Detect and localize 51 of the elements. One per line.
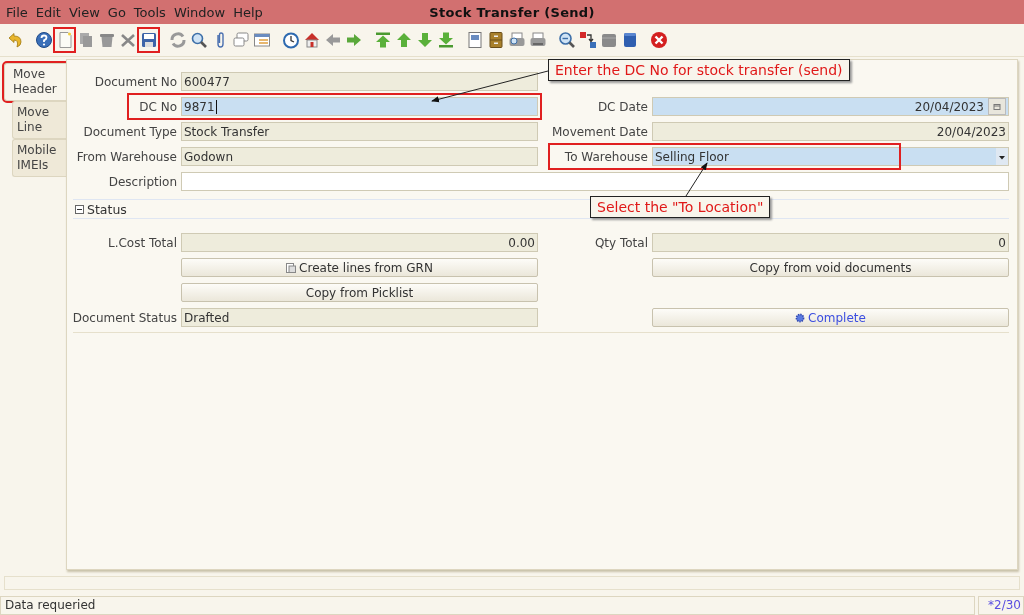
save-icon[interactable] <box>138 28 159 52</box>
menu-item[interactable]: View <box>64 4 104 20</box>
text-field[interactable]: Godown <box>181 147 538 166</box>
number-field[interactable]: 20/04/2023 <box>652 122 1009 141</box>
callout-label: Select the "To Location" <box>590 196 771 218</box>
field-label: Document Type <box>82 124 177 139</box>
action-button[interactable]: Complete <box>652 308 1009 327</box>
text-field[interactable]: 600477 <box>181 72 538 91</box>
menu-item[interactable]: Window <box>169 4 230 20</box>
text-field[interactable]: Stock Transfer <box>181 122 538 141</box>
action-button[interactable]: Copy from void documents <box>652 258 1009 277</box>
description-field[interactable] <box>181 172 1009 191</box>
window-title: Stock Transfer (Send) <box>429 4 595 20</box>
document-icon[interactable] <box>54 28 75 52</box>
field-label: Qty Total <box>593 235 648 250</box>
dropdown-button[interactable] <box>996 148 1008 165</box>
collapse-icon[interactable] <box>75 204 84 214</box>
pointer-arrow <box>685 162 708 197</box>
menu-item[interactable]: Help <box>229 4 267 20</box>
field-label: Document Status <box>71 310 177 325</box>
gear-icon <box>795 312 806 323</box>
text-field[interactable]: Drafted <box>181 308 538 327</box>
record-counter: *2/30 <box>978 596 1024 615</box>
menu-item[interactable]: Tools <box>129 4 170 20</box>
dropdown-field[interactable]: Selling Floor <box>652 147 1009 166</box>
calendar-icon <box>993 102 1001 111</box>
menu-item[interactable]: Go <box>103 4 130 20</box>
text-field[interactable]: 9871 <box>181 97 538 116</box>
field-label: Document No <box>93 74 177 89</box>
section-title: Status <box>87 201 127 217</box>
side-tab[interactable]: Move Header <box>4 63 66 101</box>
field-label: From Warehouse <box>75 149 177 164</box>
document-icon <box>286 262 297 273</box>
status-message: Data requeried <box>0 596 975 615</box>
field-label: Description <box>107 174 177 189</box>
callout-label: Enter the DC No for stock transfer (send) <box>548 59 850 81</box>
field-label: DC No <box>138 99 177 114</box>
field-label: To Warehouse <box>563 149 648 164</box>
date-field[interactable]: 20/04/2023 <box>652 97 1009 116</box>
action-button[interactable]: Copy from Picklist <box>181 283 538 302</box>
field-label: L.Cost Total <box>106 235 177 250</box>
number-field[interactable]: 0 <box>652 233 1009 252</box>
number-field[interactable]: 0.00 <box>181 233 538 252</box>
field-label: DC Date <box>596 99 648 114</box>
menu-item[interactable]: Edit <box>31 4 65 20</box>
menu-item[interactable]: File <box>2 4 32 20</box>
field-label: Movement Date <box>550 124 648 139</box>
side-tab[interactable]: Mobile IMEIs <box>12 139 66 177</box>
action-button[interactable]: Create lines from GRN <box>181 258 538 277</box>
side-tab[interactable]: Move Line <box>12 101 66 139</box>
calendar-button[interactable] <box>988 98 1006 115</box>
